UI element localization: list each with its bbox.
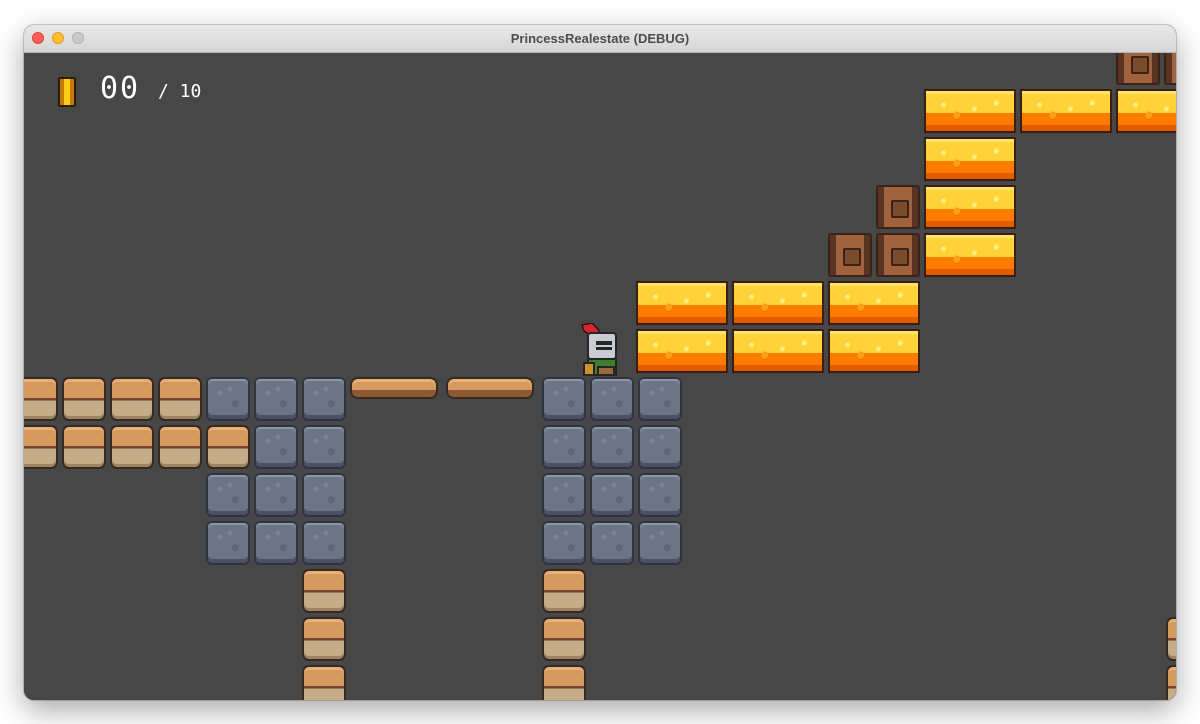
- stone-block: [302, 521, 346, 565]
- stone-block: [590, 425, 634, 469]
- wooden-crate: [876, 233, 920, 277]
- sand-block: [62, 425, 106, 469]
- sand-block: [24, 377, 58, 421]
- stone-block: [254, 425, 298, 469]
- stone-block: [302, 425, 346, 469]
- lava-block: [732, 281, 824, 325]
- stone-block: [302, 377, 346, 421]
- knight-player: [581, 323, 617, 376]
- stone-block: [542, 425, 586, 469]
- stone-block: [638, 377, 682, 421]
- lava-block: [924, 185, 1016, 229]
- stone-block: [302, 473, 346, 517]
- lava-block: [924, 89, 1016, 133]
- game-window: PrincessRealestate (DEBUG) 00 / 10: [24, 25, 1176, 700]
- sand-block: [542, 665, 586, 700]
- coin-total: / 10: [158, 81, 202, 102]
- wooden-crate: [876, 185, 920, 229]
- sand-block: [302, 569, 346, 613]
- stone-block: [590, 377, 634, 421]
- sand-bridge: [446, 377, 534, 399]
- stone-block: [206, 377, 250, 421]
- sand-block: [302, 617, 346, 661]
- sand-block: [302, 665, 346, 700]
- sand-block: [62, 377, 106, 421]
- stone-block: [638, 521, 682, 565]
- lava-block: [828, 281, 920, 325]
- stone-block: [638, 425, 682, 469]
- stone-block: [206, 473, 250, 517]
- sand-block: [1166, 665, 1176, 700]
- lava-block: [828, 329, 920, 373]
- lava-block: [924, 233, 1016, 277]
- window-title: PrincessRealestate (DEBUG): [510, 31, 690, 46]
- sand-block: [158, 425, 202, 469]
- stone-block: [542, 473, 586, 517]
- stone-block: [254, 473, 298, 517]
- sand-block: [1166, 617, 1176, 661]
- stone-block: [542, 521, 586, 565]
- lava-block: [636, 329, 728, 373]
- lava-block: [1116, 89, 1176, 133]
- stone-block: [590, 473, 634, 517]
- lava-block: [1020, 89, 1112, 133]
- wooden-crate: [1164, 53, 1176, 85]
- coin-icon: [58, 77, 76, 107]
- coin-counter: 00: [100, 71, 141, 106]
- stone-block: [638, 473, 682, 517]
- stone-block: [206, 521, 250, 565]
- lava-block: [924, 137, 1016, 181]
- sand-block: [158, 377, 202, 421]
- sand-block: [110, 425, 154, 469]
- stone-block: [254, 521, 298, 565]
- title-bar: PrincessRealestate (DEBUG): [24, 25, 1176, 53]
- sand-block: [206, 425, 250, 469]
- sand-block: [542, 569, 586, 613]
- game-viewport[interactable]: 00 / 10: [24, 53, 1176, 700]
- sand-block: [110, 377, 154, 421]
- stone-block: [254, 377, 298, 421]
- wooden-crate: [1116, 53, 1160, 85]
- stone-block: [542, 377, 586, 421]
- stone-block: [590, 521, 634, 565]
- lava-block: [636, 281, 728, 325]
- sand-block: [542, 617, 586, 661]
- sand-bridge: [350, 377, 438, 399]
- sand-block: [24, 425, 58, 469]
- wooden-crate: [828, 233, 872, 277]
- lava-block: [732, 329, 824, 373]
